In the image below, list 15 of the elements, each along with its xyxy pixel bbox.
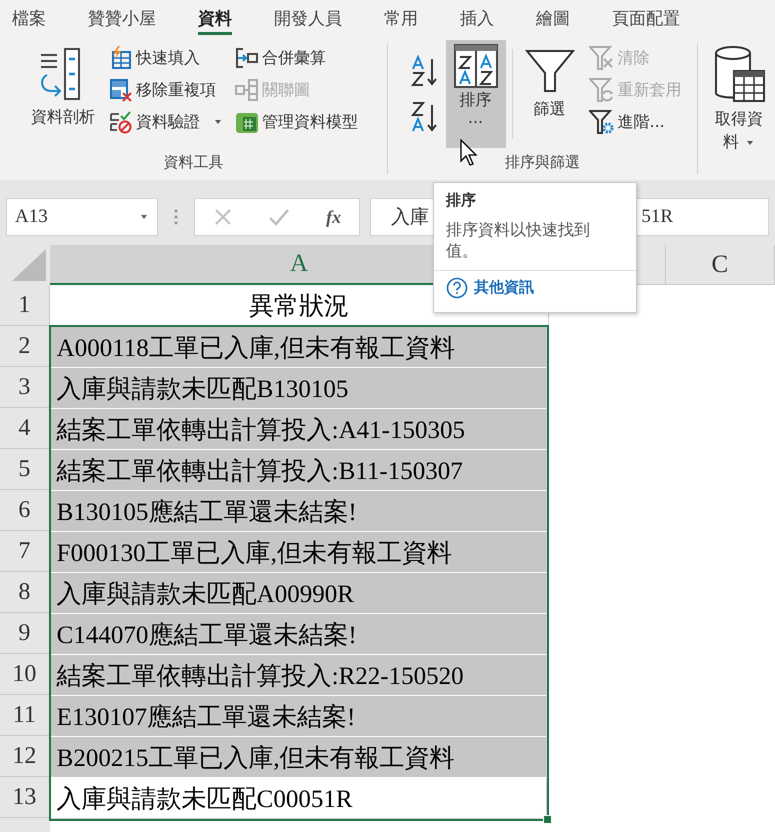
table-cell: 結案工單依轉出計算投入:B11-150307: [50, 450, 548, 491]
table-cell: C144070應結工單還未結案!: [50, 614, 548, 655]
group-label: 排序與篩選: [505, 153, 580, 173]
table-cell: A000118工單已入庫,但未有報工資料: [50, 327, 548, 368]
table-cell: 入庫與請款未匹配A00990R: [50, 573, 548, 614]
table-cell: F000130工單已入庫,但未有報工資料: [50, 532, 548, 573]
table-cell: B200215工單已入庫,但未有報工資料: [50, 737, 548, 778]
table-cell: 入庫與請款未匹配C00051R: [50, 778, 548, 819]
group-label: 資料工具: [164, 153, 224, 173]
table-cell: 結案工單依轉出計算投入:R22-150520: [50, 655, 548, 696]
table-cell: B130105應結工單還未結案!: [50, 491, 548, 532]
table-cell: E130107應結工單還未結案!: [50, 696, 548, 737]
table-cell: 結案工單依轉出計算投入:A41-150305: [50, 409, 548, 450]
tooltip-title: 排序: [446, 191, 477, 210]
table-cell: 入庫與請款未匹配B130105: [50, 368, 548, 409]
